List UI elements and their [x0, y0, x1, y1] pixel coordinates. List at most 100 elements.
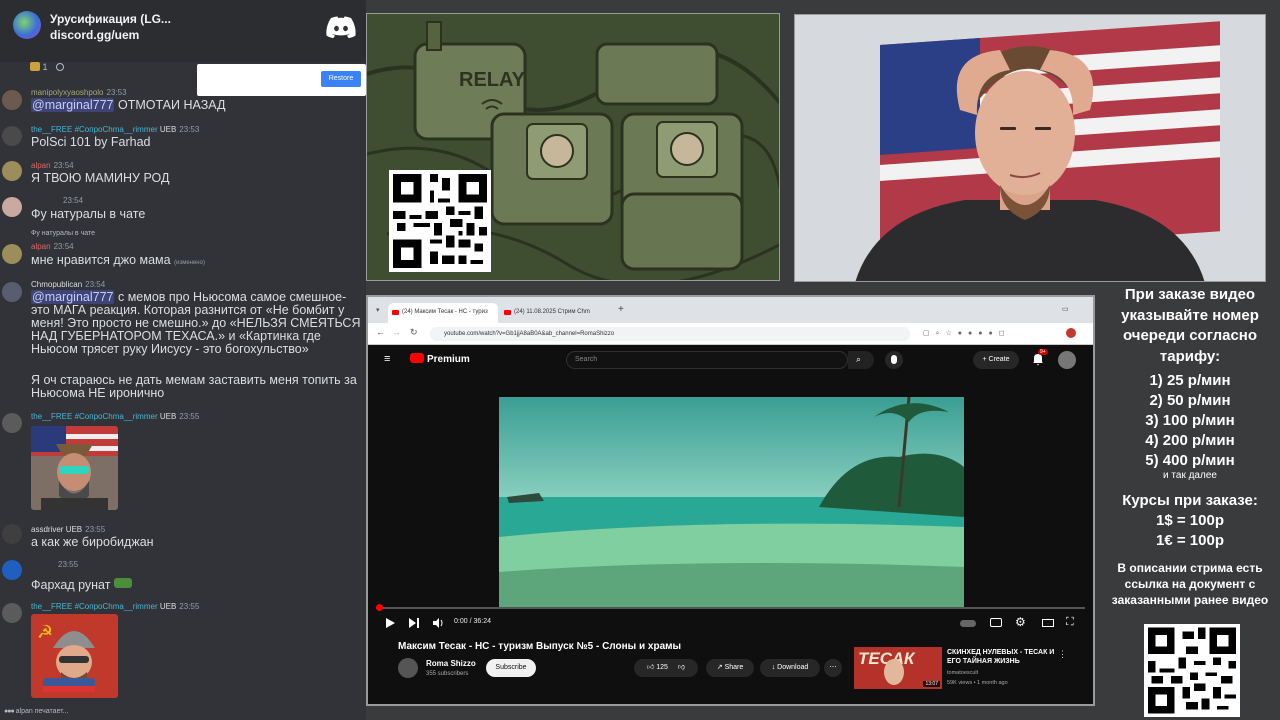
fullscreen-icon[interactable]: ⛶	[1066, 616, 1074, 629]
message-text: мне нравится джо мама (изменено)	[31, 253, 205, 267]
attached-image[interactable]	[31, 426, 118, 510]
search-input[interactable]: Search	[566, 351, 848, 369]
username[interactable]: the__FREE #СопроChma__rimmer UEB 23:55	[31, 602, 199, 611]
channel-avatar[interactable]	[398, 658, 418, 678]
timestamp: 23:53	[179, 125, 200, 134]
progress-scrubber[interactable]	[376, 604, 383, 611]
more-actions-button[interactable]: ⋯	[824, 659, 842, 677]
message-text: а как же биробиджан	[31, 535, 154, 549]
avatar[interactable]	[2, 244, 22, 264]
back-icon[interactable]: ←	[376, 327, 385, 337]
like-dislike-group: 👍︎ 125 👎︎	[634, 659, 698, 677]
search-button[interactable]: ⌕	[848, 351, 874, 369]
download-button[interactable]: ↓ Download	[760, 659, 820, 677]
discord-logo-icon	[326, 16, 356, 38]
server-icon	[13, 11, 41, 39]
youtube-logo[interactable]: Premium	[410, 353, 470, 365]
svg-text:☭: ☭	[37, 622, 53, 642]
user-mention[interactable]: @marginal777	[31, 98, 115, 112]
username[interactable]: alpan 23:54	[31, 161, 74, 170]
username[interactable]: assdriver UEB 23:55	[31, 525, 105, 534]
qr-code	[389, 170, 491, 272]
recommended-thumbnail[interactable]: ТЕСАК 13:07	[854, 647, 942, 689]
reaction-emoji-icon	[30, 62, 40, 71]
avatar[interactable]	[2, 126, 22, 146]
account-avatar[interactable]	[1058, 351, 1076, 369]
role-badge: UEB	[159, 412, 177, 421]
reply-preview[interactable]: Фу натуралы в чате	[31, 230, 95, 237]
attached-image[interactable]: ☭	[31, 614, 118, 698]
user-mention[interactable]: @marginal777	[31, 290, 115, 304]
minimize-button[interactable]: ▭	[1062, 305, 1069, 313]
url-field[interactable]: youtube.com/watch?v=Gb1jjA8aB0A&ab_chann…	[430, 327, 910, 341]
timestamp: 23:54	[53, 161, 74, 170]
tab-list-dropdown-icon[interactable]: ▾	[376, 306, 380, 314]
username[interactable]: the__FREE #СопроChma__rimmer UEB 23:55	[31, 412, 199, 421]
tab-stream[interactable]: (24) 11.08.2025 Стрим Chm	[500, 303, 610, 323]
rates-etc: и так далее	[1163, 470, 1217, 481]
extensions-icons[interactable]: ▢⌕☆●●●●◻︎	[923, 329, 1073, 339]
tab-youtube-video[interactable]: (24) Максим Тесак - НС - туриз	[388, 303, 498, 323]
like-count[interactable]: 125	[656, 664, 668, 671]
subtitles-icon[interactable]	[990, 618, 1002, 627]
reload-icon[interactable]: ↻	[410, 327, 418, 338]
add-reaction-icon[interactable]	[56, 63, 65, 71]
like-icon[interactable]: 👍︎	[647, 664, 654, 671]
dislike-icon[interactable]: 👎︎	[678, 664, 685, 671]
video-player[interactable]	[499, 397, 964, 608]
restore-button[interactable]: Restore	[321, 71, 361, 87]
theater-mode-icon[interactable]	[1042, 619, 1054, 627]
avatar[interactable]	[2, 282, 22, 302]
voice-search-button[interactable]	[885, 351, 903, 369]
avatar[interactable]	[2, 197, 22, 217]
username[interactable]: 23:54	[60, 196, 83, 205]
username[interactable]: the__FREE #СопроChma__rimmer UEB 23:53	[31, 125, 199, 134]
next-icon[interactable]	[408, 617, 420, 629]
username[interactable]: alpan 23:54	[31, 242, 74, 251]
profile-icon[interactable]	[1066, 328, 1076, 338]
recommended-title[interactable]: СКИНХЕД НУЛЕВЫХ - ТЕСАК И ЕГО ТАЙНАЯ ЖИЗ…	[947, 648, 1057, 666]
avatar[interactable]	[2, 161, 22, 181]
volume-icon[interactable]	[432, 617, 444, 629]
server-invite-link[interactable]: discord.gg/uem	[50, 28, 139, 42]
share-button[interactable]: ↗ Share	[706, 659, 754, 677]
browser-window: ▾ (24) Максим Тесак - НС - туриз (24) 11…	[366, 295, 1095, 706]
username[interactable]: manipolyxyaoshpolo 23:53	[31, 88, 127, 97]
video-progress-bar[interactable]	[376, 607, 1085, 609]
video-title: Максим Тесак - НС - туризм Выпуск №5 - С…	[398, 641, 682, 652]
edited-label: (изменено)	[174, 260, 205, 266]
thumbnail-face	[884, 659, 904, 685]
more-options-icon[interactable]: ⋮	[1058, 649, 1067, 660]
avatar[interactable]	[2, 560, 22, 580]
avatar[interactable]	[2, 603, 22, 623]
avatar[interactable]	[2, 524, 22, 544]
avatar[interactable]	[2, 90, 22, 110]
avatar[interactable]	[2, 413, 22, 433]
youtube-favicon-icon	[504, 310, 511, 315]
courses-title: Курсы при заказе:	[1122, 492, 1258, 509]
stream-layout: { "chat": { "server_name": "Урусификация…	[0, 0, 1280, 720]
menu-icon[interactable]: ≡	[384, 353, 390, 365]
message-text: PolSci 101 by Farhad	[31, 135, 151, 149]
new-tab-button[interactable]: +	[618, 304, 624, 315]
recommended-meta: 59K views • 1 month ago	[947, 680, 1008, 686]
username[interactable]: Chmopublican 23:54	[31, 280, 105, 289]
username[interactable]: 23:55	[55, 560, 78, 569]
autoplay-toggle[interactable]	[960, 620, 976, 627]
server-header[interactable]: Урусификация (LG... discord.gg/uem	[0, 0, 366, 62]
timestamp: 23:53	[106, 88, 127, 97]
emoji-icon	[113, 578, 132, 588]
create-button[interactable]: + Create	[973, 351, 1019, 369]
timestamp: 23:54	[53, 242, 74, 251]
forward-icon[interactable]: →	[392, 327, 401, 337]
order-instructions: При заказе видео указывайте номер очеред…	[1121, 286, 1259, 365]
channel-name[interactable]: Roma Shizzo	[426, 659, 476, 668]
message-reaction[interactable]: 1	[30, 62, 65, 72]
subscribe-button[interactable]: Subscribe	[486, 659, 536, 677]
timestamp: 23:54	[85, 280, 106, 289]
rate-item: 5) 400 р/мин	[1145, 452, 1235, 469]
play-icon[interactable]	[384, 617, 396, 629]
settings-icon[interactable]: ⚙	[1015, 615, 1026, 629]
recommended-channel[interactable]: tomatoescult	[947, 670, 978, 676]
role-badge: UEB	[159, 602, 177, 611]
